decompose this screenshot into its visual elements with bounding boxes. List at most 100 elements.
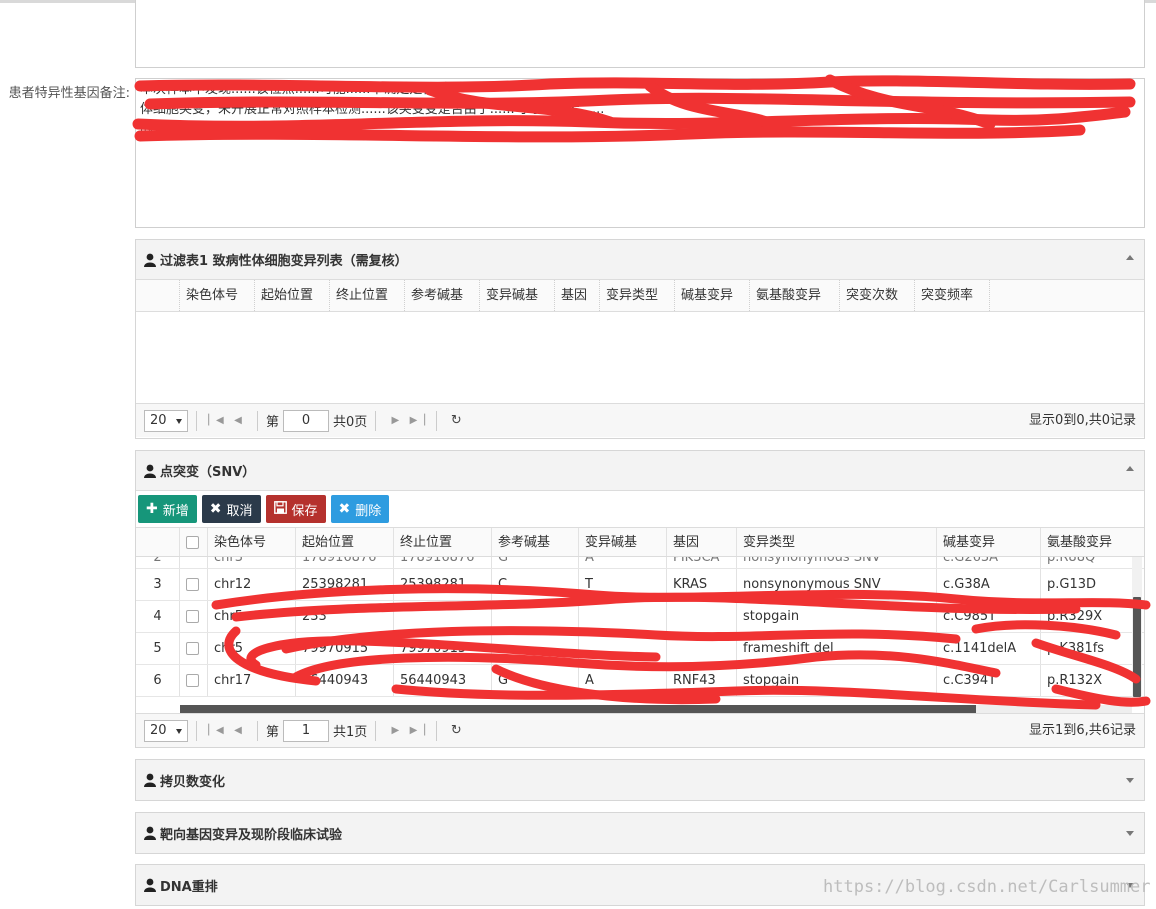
user-icon <box>144 253 156 267</box>
row-checkbox[interactable] <box>180 665 208 696</box>
table-row[interactable]: 3 chr12 25398281 25398281 C T KRAS nonsy… <box>136 569 1144 601</box>
note-line-3: 的几率......建议患者及后代来...... <box>140 122 333 137</box>
row-checkbox[interactable] <box>180 633 208 664</box>
user-icon <box>144 464 156 478</box>
col-header[interactable]: 终止位置 <box>394 528 492 556</box>
panel-filter-table: 过滤表1 致病性体细胞变异列表（需复核） 染色体号 起始位置 终止位置 参考碱基… <box>135 239 1145 439</box>
scrollbar-thumb[interactable] <box>180 705 976 713</box>
col-header[interactable]: 染色体号 <box>208 528 296 556</box>
col-header[interactable]: 变异类型 <box>737 528 937 556</box>
col-header[interactable]: 碱基变异 <box>937 528 1041 556</box>
total-pages: 共0页 <box>333 415 368 430</box>
collapse-caret-icon[interactable] <box>1126 466 1134 471</box>
prev-page-icon[interactable]: ◀ <box>227 410 249 432</box>
user-icon <box>144 826 156 840</box>
filter-table-body <box>136 312 1144 403</box>
snv-table: 染色体号 起始位置 终止位置 参考碱基 变异碱基 基因 变异类型 碱基变异 氨基… <box>136 527 1151 713</box>
col-header[interactable]: 突变次数 <box>840 280 915 311</box>
row-checkbox[interactable] <box>180 569 208 600</box>
panel-cnv: 拷贝数变化 <box>135 759 1145 801</box>
panel-snv: 点突变（SNV） ✚ 新增 ✖ 取消 保存 ✖ 删除 染色体号 起始位置 终止位置 参… <box>135 450 1151 748</box>
table-row[interactable]: 2 chr3 178916876 178916876 G A PIK3CA no… <box>136 557 1144 569</box>
total-pages: 共1页 <box>333 725 368 740</box>
panel-snv-header[interactable]: 点突变（SNV） <box>136 451 1144 491</box>
expand-caret-icon[interactable] <box>1126 778 1134 783</box>
col-header[interactable]: 染色体号 <box>180 280 255 311</box>
panel-dna-title: DNA重排 <box>160 879 218 895</box>
expand-caret-icon[interactable] <box>1126 831 1134 836</box>
page-label: 第 <box>266 725 280 740</box>
col-header[interactable]: 突变频率 <box>915 280 990 311</box>
patient-gene-note-label: 患者特异性基因备注: <box>8 86 130 101</box>
col-header[interactable]: 氨基酸变异 <box>1041 528 1141 556</box>
col-header[interactable]: 氨基酸变异 <box>750 280 840 311</box>
col-header[interactable]: 变异碱基 <box>579 528 667 556</box>
refresh-icon[interactable]: ↻ <box>445 720 467 742</box>
first-page-icon[interactable]: ▏◀ <box>205 410 227 432</box>
record-info: 显示1到6,共6记录 <box>1029 723 1136 738</box>
next-page-icon[interactable]: ▶ <box>384 410 406 432</box>
vertical-scrollbar[interactable] <box>1132 557 1142 705</box>
col-header[interactable]: 变异碱基 <box>480 280 555 311</box>
table-row[interactable]: 6 chr17 56440943 56440943 G A RNF43 stop… <box>136 665 1144 697</box>
prev-page-icon[interactable]: ◀ <box>227 720 249 742</box>
panel-cnv-title: 拷贝数变化 <box>160 774 226 790</box>
watermark: https://blog.csdn.net/Carlsummer <box>823 877 1151 897</box>
snv-pager: 20 ▏◀ ◀ 第 1 共1页 ▶ ▶▕ ↻ 显示1到6,共6记录 <box>136 713 1144 747</box>
record-info: 显示0到0,共0记录 <box>1029 413 1136 428</box>
panel-target-title: 靶向基因变异及现阶段临床试验 <box>160 827 343 843</box>
panel-cnv-header[interactable]: 拷贝数变化 <box>136 760 1144 800</box>
cancel-button[interactable]: ✖ 取消 <box>201 495 261 523</box>
panel-filter-title: 过滤表1 致病性体细胞变异列表（需复核） <box>160 254 408 269</box>
top-textarea[interactable] <box>135 0 1145 68</box>
row-num-header <box>136 528 180 556</box>
table-row[interactable]: 5 chr5 79970915 79970915 frameshift del … <box>136 633 1144 665</box>
col-header[interactable]: 变异类型 <box>600 280 675 311</box>
collapse-caret-icon[interactable] <box>1126 255 1134 260</box>
snv-toolbar: ✚ 新增 ✖ 取消 保存 ✖ 删除 <box>136 491 1144 527</box>
last-page-icon[interactable]: ▶▕ <box>406 720 428 742</box>
first-page-icon[interactable]: ▏◀ <box>205 720 227 742</box>
add-button[interactable]: ✚ 新增 <box>138 495 197 523</box>
filter-table-header: 染色体号 起始位置 终止位置 参考碱基 变异碱基 基因 变异类型 碱基变异 氨基… <box>136 280 1144 312</box>
table-row[interactable]: 4 chr5 233 stopgain c.C985T p.R329X <box>136 601 1144 633</box>
plus-icon: ✚ <box>146 501 158 517</box>
user-icon <box>144 773 156 787</box>
col-header[interactable]: 基因 <box>667 528 737 556</box>
page-label: 第 <box>266 415 280 430</box>
note-line-2: 体细胞突变，未开展正常对照样本检测......该突变变是否由于......可导致… <box>140 102 605 117</box>
scrollbar-thumb[interactable] <box>1133 597 1141 697</box>
page-size-select[interactable]: 20 <box>144 409 188 432</box>
row-checkbox[interactable] <box>180 601 208 632</box>
page-number-input[interactable]: 1 <box>283 719 330 742</box>
panel-snv-title: 点突变（SNV） <box>160 465 256 480</box>
snv-table-body: 2 chr3 178916876 178916876 G A PIK3CA no… <box>136 557 1144 705</box>
col-header[interactable]: 终止位置 <box>330 280 405 311</box>
next-page-icon[interactable]: ▶ <box>384 720 406 742</box>
last-page-icon[interactable]: ▶▕ <box>406 410 428 432</box>
col-header[interactable]: 起始位置 <box>296 528 394 556</box>
horizontal-scrollbar[interactable] <box>180 705 1132 713</box>
col-header[interactable]: 参考碱基 <box>492 528 579 556</box>
floppy-icon <box>273 500 287 518</box>
col-header[interactable]: 参考碱基 <box>405 280 480 311</box>
delete-button[interactable]: ✖ 删除 <box>330 495 390 523</box>
panel-target-header[interactable]: 靶向基因变异及现阶段临床试验 <box>136 813 1144 853</box>
user-icon <box>144 878 156 892</box>
page-size-select[interactable]: 20 <box>144 719 188 742</box>
page-number-input[interactable]: 0 <box>283 409 330 432</box>
col-header[interactable]: 碱基变异 <box>675 280 750 311</box>
col-header[interactable]: 基因 <box>555 280 600 311</box>
filter-pager: 20 ▏◀ ◀ 第 0 共0页 ▶ ▶▕ ↻ 显示0到0,共0记录 <box>136 403 1144 437</box>
select-all-checkbox[interactable] <box>180 528 208 556</box>
note-line-1: 本次样本中发现......该位点......可能......不确定是否对 <box>140 82 449 97</box>
panel-filter-header[interactable]: 过滤表1 致病性体细胞变异列表（需复核） <box>136 240 1144 280</box>
close-icon: ✖ <box>209 501 222 517</box>
close-icon: ✖ <box>338 501 351 517</box>
save-button[interactable]: 保存 <box>265 495 326 523</box>
snv-table-header: 染色体号 起始位置 终止位置 参考碱基 变异碱基 基因 变异类型 碱基变异 氨基… <box>136 527 1144 557</box>
col-header[interactable]: 起始位置 <box>255 280 330 311</box>
panel-target-gene: 靶向基因变异及现阶段临床试验 <box>135 812 1145 854</box>
row-num-header <box>136 280 180 311</box>
refresh-icon[interactable]: ↻ <box>445 410 467 432</box>
